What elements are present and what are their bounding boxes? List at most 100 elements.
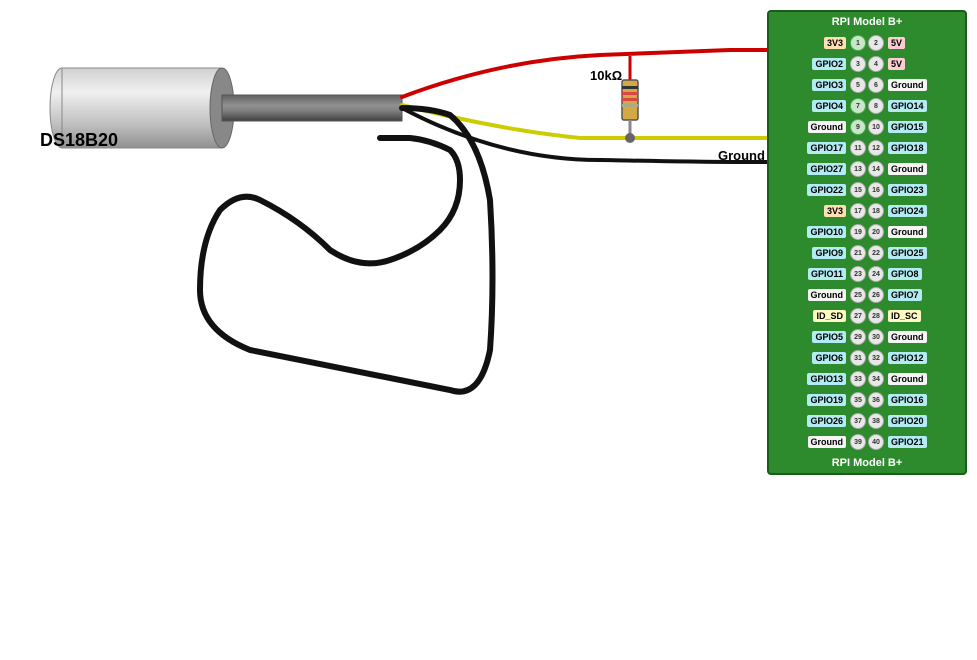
board-title-top: RPI Model B+	[771, 14, 963, 30]
resistor-label: 10kΩ	[590, 68, 622, 83]
pin-label-left-37: GPIO26	[789, 415, 849, 427]
pin-circle-22: 22	[868, 245, 884, 261]
pin-label-left-23: GPIO11	[789, 268, 849, 280]
pin-label-left-9: Ground	[789, 121, 849, 133]
pin-label-left-11: GPIO17	[789, 142, 849, 154]
pin-circle-35: 35	[850, 392, 866, 408]
pin-circle-4: 4	[868, 56, 884, 72]
pin-circle-33: 33	[850, 371, 866, 387]
pin-circle-30: 30	[868, 329, 884, 345]
pin-circle-23: 23	[850, 266, 866, 282]
pin-label-right-32: GPIO12	[885, 352, 945, 364]
pin-circle-28: 28	[868, 308, 884, 324]
pin-label-right-26: GPIO7	[885, 289, 945, 301]
pin-label-left-13: GPIO27	[789, 163, 849, 175]
pin-circle-34: 34	[868, 371, 884, 387]
pin-row: GPIO112324GPIO8	[775, 264, 959, 284]
pin-label-right-24: GPIO8	[885, 268, 945, 280]
pin-row: GPIO263738GPIO20	[775, 411, 959, 431]
pin-circle-32: 32	[868, 350, 884, 366]
pin-circle-12: 12	[868, 140, 884, 156]
pin-label-left-31: GPIO6	[789, 352, 849, 364]
pin-label-right-28: ID_SC	[885, 310, 945, 322]
pin-label-left-7: GPIO4	[789, 100, 849, 112]
pin-label-left-39: Ground	[789, 436, 849, 448]
pin-label-right-40: GPIO21	[885, 436, 945, 448]
pin-circle-16: 16	[868, 182, 884, 198]
pin-circle-7: 7	[850, 98, 866, 114]
pin-label-left-15: GPIO22	[789, 184, 849, 196]
pin-row: Ground2526GPIO7	[775, 285, 959, 305]
pin-row: GPIO133334Ground	[775, 369, 959, 389]
pin-circle-2: 2	[868, 35, 884, 51]
pin-circle-8: 8	[868, 98, 884, 114]
pin-row: GPIO52930Ground	[775, 327, 959, 347]
pin-row: GPIO101920Ground	[775, 222, 959, 242]
pin-circle-5: 5	[850, 77, 866, 93]
pin-circle-6: 6	[868, 77, 884, 93]
pin-circle-13: 13	[850, 161, 866, 177]
pin-label-right-22: GPIO25	[885, 247, 945, 259]
pin-circle-24: 24	[868, 266, 884, 282]
pin-label-left-33: GPIO13	[789, 373, 849, 385]
pin-circle-11: 11	[850, 140, 866, 156]
pin-row: GPIO92122GPIO25	[775, 243, 959, 263]
pin-rows: 3V3125VGPIO2345VGPIO356GroundGPIO478GPIO…	[771, 30, 963, 455]
pin-circle-20: 20	[868, 224, 884, 240]
pin-circle-14: 14	[868, 161, 884, 177]
pin-label-right-10: GPIO15	[885, 121, 945, 133]
ground-wire-label: Ground	[718, 148, 765, 163]
pin-circle-19: 19	[850, 224, 866, 240]
gpio-board: RPI Model B+ 3V3125VGPIO2345VGPIO356Grou…	[767, 10, 967, 475]
pin-row: GPIO193536GPIO16	[775, 390, 959, 410]
pin-circle-38: 38	[868, 413, 884, 429]
pin-label-left-35: GPIO19	[789, 394, 849, 406]
pin-label-right-6: Ground	[885, 79, 945, 91]
diagram-container: DS18B20 10kΩ Ground RPI Model B+ 3V3125V…	[0, 0, 977, 660]
pin-row: GPIO221516GPIO23	[775, 180, 959, 200]
pin-label-right-4: 5V	[885, 58, 945, 70]
pin-circle-3: 3	[850, 56, 866, 72]
pin-label-right-14: Ground	[885, 163, 945, 175]
pin-row: Ground910GPIO15	[775, 117, 959, 137]
pin-circle-17: 17	[850, 203, 866, 219]
pin-circle-10: 10	[868, 119, 884, 135]
resistor-area: 10kΩ	[590, 68, 622, 85]
pin-label-left-25: Ground	[789, 289, 849, 301]
pin-label-right-34: Ground	[885, 373, 945, 385]
board-title-bottom: RPI Model B+	[771, 455, 963, 471]
pin-circle-15: 15	[850, 182, 866, 198]
pin-circle-37: 37	[850, 413, 866, 429]
pin-label-left-21: GPIO9	[789, 247, 849, 259]
pin-label-right-36: GPIO16	[885, 394, 945, 406]
pin-circle-39: 39	[850, 434, 866, 450]
pin-circle-21: 21	[850, 245, 866, 261]
pin-label-right-30: Ground	[885, 331, 945, 343]
pin-row: GPIO2345V	[775, 54, 959, 74]
pin-row: GPIO478GPIO14	[775, 96, 959, 116]
pin-label-right-20: Ground	[885, 226, 945, 238]
pin-label-right-8: GPIO14	[885, 100, 945, 112]
pin-row: 3V31718GPIO24	[775, 201, 959, 221]
pin-label-left-17: 3V3	[789, 205, 849, 217]
pin-row: 3V3125V	[775, 33, 959, 53]
pin-circle-36: 36	[868, 392, 884, 408]
sensor-label: DS18B20	[40, 130, 118, 151]
pin-label-right-38: GPIO20	[885, 415, 945, 427]
pin-row: GPIO171112GPIO18	[775, 138, 959, 158]
pin-label-right-18: GPIO24	[885, 205, 945, 217]
pin-row: GPIO356Ground	[775, 75, 959, 95]
pin-circle-1: 1	[850, 35, 866, 51]
pin-label-left-3: GPIO2	[789, 58, 849, 70]
pin-label-left-5: GPIO3	[789, 79, 849, 91]
pin-circle-31: 31	[850, 350, 866, 366]
pin-label-right-16: GPIO23	[885, 184, 945, 196]
pin-circle-25: 25	[850, 287, 866, 303]
pin-circle-29: 29	[850, 329, 866, 345]
pin-row: GPIO63132GPIO12	[775, 348, 959, 368]
pin-label-left-27: ID_SD	[789, 310, 849, 322]
pin-label-right-2: 5V	[885, 37, 945, 49]
pin-label-left-1: 3V3	[789, 37, 849, 49]
pin-circle-27: 27	[850, 308, 866, 324]
pin-label-left-19: GPIO10	[789, 226, 849, 238]
